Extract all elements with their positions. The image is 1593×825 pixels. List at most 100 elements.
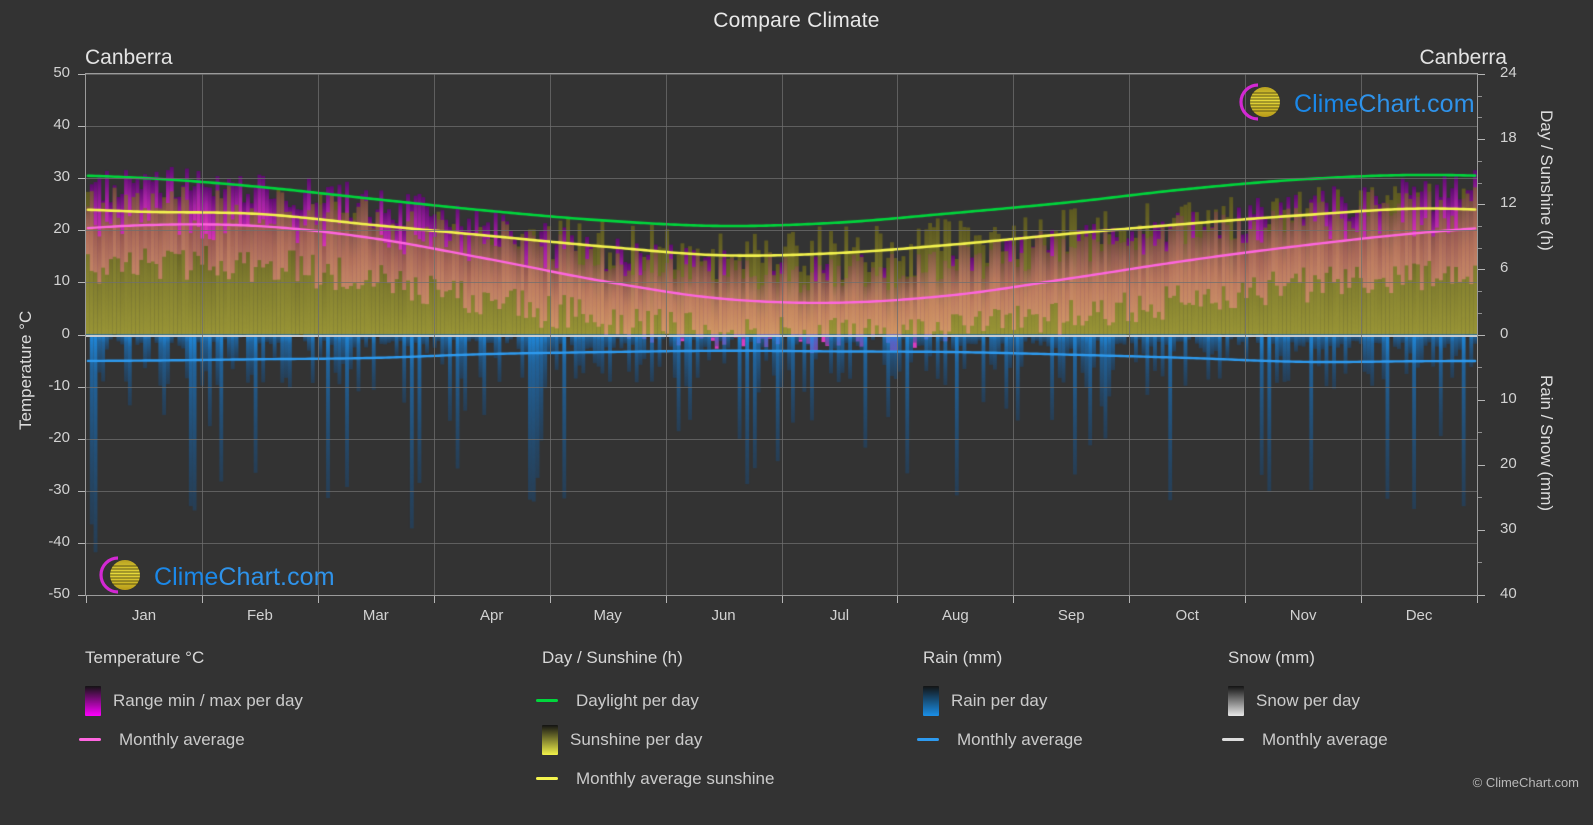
y-axis-right-tick: [1478, 465, 1485, 466]
legend-line-icon: [79, 738, 107, 741]
wordmark-part-a: Clime: [154, 563, 219, 591]
legend-group: Day / Sunshine (h) Daylight per day Sunshi…: [536, 648, 775, 798]
legend-line-icon: [917, 738, 945, 741]
x-axis-tick-label: Mar: [362, 607, 389, 624]
y-axis-left-tick: [78, 543, 85, 544]
y-axis-left-title: Temperature °C: [16, 310, 35, 430]
x-axis-tick: [897, 596, 898, 603]
y-axis-left-tick: [78, 178, 85, 179]
y-axis-right-tick-label: 30: [1500, 519, 1517, 537]
wordmark-part-b: Chart.com: [218, 563, 335, 591]
y-axis-right-tick: [1478, 117, 1482, 118]
y-axis-left-tick-label: -50: [48, 585, 70, 602]
legend-group: Snow (mm) Snow per day Monthly average: [1222, 648, 1388, 759]
x-axis-tick-label: Aug: [942, 607, 969, 624]
y-axis-right-tick: [1478, 313, 1482, 314]
legend-item[interactable]: Sunshine per day: [542, 720, 774, 759]
y-axis-left-tick: [78, 230, 85, 231]
x-axis-tick: [550, 596, 551, 603]
gridline-vertical: [550, 74, 551, 595]
x-axis-tick-label: Jan: [131, 607, 157, 624]
x-axis-tick-label: Apr: [480, 607, 504, 624]
y-axis-right-tick: [1478, 291, 1482, 292]
climechart-watermark-bottom: ClimeChart.com: [92, 552, 335, 603]
chart-legend: Temperature °C Range min / max per day Mon…: [0, 648, 1593, 808]
legend-item-label: Monthly average: [957, 729, 1083, 749]
legend-swatch-icon: [923, 685, 939, 716]
gridline-vertical: [1129, 74, 1130, 595]
legend-item[interactable]: Monthly average: [917, 720, 1083, 759]
y-axis-right-tick: [1478, 530, 1485, 531]
y-axis-left-tick: [78, 595, 85, 596]
y-axis-right-tick: [1478, 161, 1482, 162]
y-axis-right-tick: [1478, 183, 1482, 184]
y-axis-right-tick: [1478, 204, 1485, 205]
x-axis-tick: [1129, 596, 1130, 603]
y-axis-right-tick: [1478, 269, 1485, 270]
legend-item-label: Monthly average: [119, 729, 245, 749]
legend-line-icon: [1222, 738, 1250, 741]
y-axis-right-tick: [1478, 595, 1485, 596]
y-axis-right-tick: [1478, 432, 1482, 433]
legend-swatch-icon: [542, 724, 558, 755]
x-axis-tick-label: Jun: [711, 607, 736, 624]
legend-item[interactable]: Rain per day: [923, 681, 1083, 720]
x-axis-tick-label: May: [593, 607, 622, 624]
y-axis-right-tick-label: 0: [1500, 324, 1509, 342]
x-axis-tick-label: Feb: [246, 607, 273, 624]
y-axis-left-tick: [78, 439, 85, 440]
y-axis-left-tick-label: 30: [53, 168, 70, 186]
legend-swatch-icon: [85, 685, 101, 716]
legend-item-label: Rain per day: [951, 690, 1048, 710]
legend-line-swatch: [79, 738, 101, 741]
climechart-watermark-top: ClimeChart.com: [1232, 79, 1475, 130]
gridline-vertical: [202, 74, 203, 595]
gridline-vertical: [1361, 74, 1362, 595]
y-axis-right-tick-label: 40: [1500, 585, 1517, 602]
legend-item[interactable]: Snow per day: [1228, 681, 1388, 720]
legend-swatch-icon: [1228, 685, 1244, 716]
legend-item-label: Snow per day: [1256, 690, 1360, 710]
y-axis-right-tick: [1478, 74, 1485, 75]
x-axis-tick: [1245, 596, 1246, 603]
y-axis-right-tick: [1478, 400, 1485, 401]
legend-line-swatch: [536, 699, 558, 702]
y-axis-right-tick-label: 6: [1500, 259, 1509, 277]
gridline-vertical: [1013, 74, 1014, 595]
legend-line-swatch: [1222, 738, 1244, 741]
climechart-logo-icon: [1232, 79, 1286, 130]
y-axis-left-tick-label: 10: [53, 272, 70, 290]
legend-line-icon: [536, 777, 564, 780]
y-axis-right-tick: [1478, 335, 1485, 336]
legend-item-label: Monthly average sunshine: [576, 768, 775, 788]
x-axis-tick: [666, 596, 667, 603]
legend-item[interactable]: Monthly average: [1222, 720, 1388, 759]
legend-item[interactable]: Monthly average sunshine: [536, 759, 775, 798]
legend-group: Temperature °C Range min / max per day Mon…: [79, 648, 303, 759]
y-axis-right-tick: [1478, 367, 1482, 368]
x-axis-tick-label: Jul: [829, 607, 850, 624]
y-axis-left-tick-label: -40: [48, 532, 70, 550]
gridline-vertical: [666, 74, 667, 595]
x-axis-tick: [86, 596, 87, 603]
gridline-vertical: [318, 74, 319, 595]
x-axis-tick: [1361, 596, 1362, 603]
y-axis-right-tick: [1478, 562, 1482, 563]
copyright-notice: © ClimeChart.com: [1472, 775, 1579, 790]
legend-item-label: Range min / max per day: [113, 690, 303, 710]
y-axis-left-tick: [78, 126, 85, 127]
gridline-vertical: [897, 74, 898, 595]
climechart-logo-icon: [92, 552, 146, 603]
legend-item-label: Sunshine per day: [570, 729, 703, 749]
legend-item[interactable]: Daylight per day: [536, 681, 774, 720]
y-axis-left-tick-label: -30: [48, 480, 70, 498]
legend-item[interactable]: Range min / max per day: [85, 681, 303, 720]
legend-item[interactable]: Monthly average: [79, 720, 303, 759]
climate-chart-plot: [85, 73, 1478, 596]
y-axis-right-top-title: Day / Sunshine (h): [1537, 110, 1556, 251]
climechart-wordmark: ClimeChart.com: [154, 563, 335, 592]
gridline-vertical: [1245, 74, 1246, 595]
y-axis-left-tick-label: 20: [53, 220, 70, 238]
legend-line-swatch: [917, 738, 939, 741]
y-axis-left-tick: [78, 491, 85, 492]
